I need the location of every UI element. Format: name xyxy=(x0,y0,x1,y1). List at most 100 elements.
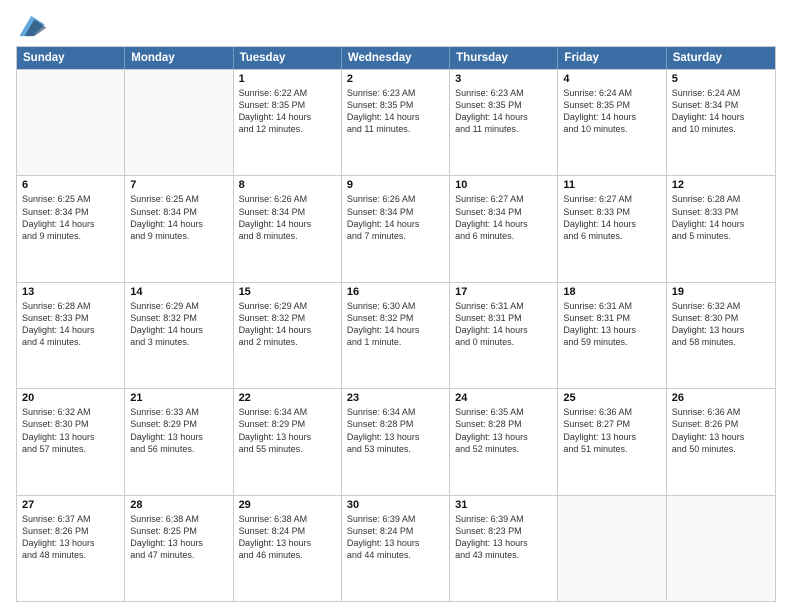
cell-info-line: Daylight: 14 hours xyxy=(239,324,336,336)
cell-info-line: and 4 minutes. xyxy=(22,336,119,348)
cell-info-line: and 10 minutes. xyxy=(672,123,770,135)
cal-cell: 27Sunrise: 6:37 AMSunset: 8:26 PMDayligh… xyxy=(17,496,125,601)
cal-cell: 7Sunrise: 6:25 AMSunset: 8:34 PMDaylight… xyxy=(125,176,233,281)
cell-info-line: Sunrise: 6:31 AM xyxy=(455,300,552,312)
cell-info-line: Daylight: 14 hours xyxy=(563,111,660,123)
cell-info-line: and 55 minutes. xyxy=(239,443,336,455)
cell-info-line: Sunrise: 6:23 AM xyxy=(455,87,552,99)
calendar-body: 1Sunrise: 6:22 AMSunset: 8:35 PMDaylight… xyxy=(17,69,775,601)
cell-info-line: Daylight: 14 hours xyxy=(239,111,336,123)
cal-header-cell-sunday: Sunday xyxy=(17,47,125,69)
cell-info-line: and 59 minutes. xyxy=(563,336,660,348)
cell-info-line: Daylight: 14 hours xyxy=(347,218,444,230)
day-number: 5 xyxy=(672,73,770,85)
calendar: SundayMondayTuesdayWednesdayThursdayFrid… xyxy=(16,46,776,602)
cal-cell: 9Sunrise: 6:26 AMSunset: 8:34 PMDaylight… xyxy=(342,176,450,281)
day-number: 9 xyxy=(347,179,444,191)
logo xyxy=(16,12,52,40)
day-number: 28 xyxy=(130,499,227,511)
cal-week-row: 6Sunrise: 6:25 AMSunset: 8:34 PMDaylight… xyxy=(17,175,775,281)
cell-info-line: Sunrise: 6:37 AM xyxy=(22,513,119,525)
day-number: 11 xyxy=(563,179,660,191)
day-number: 16 xyxy=(347,286,444,298)
cal-cell: 30Sunrise: 6:39 AMSunset: 8:24 PMDayligh… xyxy=(342,496,450,601)
cell-info-line: Sunrise: 6:32 AM xyxy=(672,300,770,312)
cell-info-line: Sunrise: 6:38 AM xyxy=(130,513,227,525)
cell-info-line: and 5 minutes. xyxy=(672,230,770,242)
cell-info-line: Sunrise: 6:28 AM xyxy=(672,193,770,205)
cell-info-line: and 52 minutes. xyxy=(455,443,552,455)
cell-info-line: and 10 minutes. xyxy=(563,123,660,135)
cal-cell: 16Sunrise: 6:30 AMSunset: 8:32 PMDayligh… xyxy=(342,283,450,388)
cell-info-line: Daylight: 13 hours xyxy=(130,537,227,549)
day-number: 26 xyxy=(672,392,770,404)
cell-info-line: Sunrise: 6:22 AM xyxy=(239,87,336,99)
day-number: 7 xyxy=(130,179,227,191)
cell-info-line: and 57 minutes. xyxy=(22,443,119,455)
cell-info-line: and 47 minutes. xyxy=(130,549,227,561)
cal-header-cell-friday: Friday xyxy=(558,47,666,69)
cell-info-line: Daylight: 13 hours xyxy=(455,537,552,549)
cell-info-line: and 9 minutes. xyxy=(22,230,119,242)
cell-info-line: Daylight: 13 hours xyxy=(239,537,336,549)
cell-info-line: Sunrise: 6:38 AM xyxy=(239,513,336,525)
day-number: 22 xyxy=(239,392,336,404)
cal-cell: 25Sunrise: 6:36 AMSunset: 8:27 PMDayligh… xyxy=(558,389,666,494)
cell-info-line: Sunset: 8:26 PM xyxy=(22,525,119,537)
cell-info-line: and 43 minutes. xyxy=(455,549,552,561)
cell-info-line: Daylight: 13 hours xyxy=(347,537,444,549)
header xyxy=(16,12,776,40)
cell-info-line: Sunrise: 6:34 AM xyxy=(347,406,444,418)
day-number: 17 xyxy=(455,286,552,298)
cell-info-line: Sunset: 8:30 PM xyxy=(672,312,770,324)
cell-info-line: Daylight: 14 hours xyxy=(22,324,119,336)
cal-cell: 13Sunrise: 6:28 AMSunset: 8:33 PMDayligh… xyxy=(17,283,125,388)
cell-info-line: Daylight: 14 hours xyxy=(455,111,552,123)
cal-cell: 8Sunrise: 6:26 AMSunset: 8:34 PMDaylight… xyxy=(234,176,342,281)
cell-info-line: Sunrise: 6:26 AM xyxy=(347,193,444,205)
cal-cell xyxy=(125,70,233,175)
cell-info-line: Sunset: 8:29 PM xyxy=(130,418,227,430)
cal-cell: 3 Sunrise: 6:23 AMSunset: 8:35 PMDaylight… xyxy=(450,70,558,175)
cell-info-line: Sunset: 8:33 PM xyxy=(22,312,119,324)
cal-week-row: 1Sunrise: 6:22 AMSunset: 8:35 PMDaylight… xyxy=(17,69,775,175)
cal-cell: 10Sunrise: 6:27 AMSunset: 8:34 PMDayligh… xyxy=(450,176,558,281)
cell-info-line: Daylight: 14 hours xyxy=(347,111,444,123)
cal-header-cell-monday: Monday xyxy=(125,47,233,69)
cell-info-line: Sunrise: 6:39 AM xyxy=(455,513,552,525)
cell-info-line: Sunset: 8:35 PM xyxy=(455,99,552,111)
cell-info-line: Sunset: 8:35 PM xyxy=(239,99,336,111)
cal-cell: 26Sunrise: 6:36 AMSunset: 8:26 PMDayligh… xyxy=(667,389,775,494)
cell-info-line: Sunrise: 6:29 AM xyxy=(130,300,227,312)
day-number: 25 xyxy=(563,392,660,404)
cell-info-line: Sunrise: 6:27 AM xyxy=(455,193,552,205)
cell-info-line: Daylight: 14 hours xyxy=(130,324,227,336)
cell-info-line: and 51 minutes. xyxy=(563,443,660,455)
cal-header-cell-thursday: Thursday xyxy=(450,47,558,69)
day-number: 29 xyxy=(239,499,336,511)
cell-info-line: Daylight: 14 hours xyxy=(455,324,552,336)
cell-info-line: Daylight: 13 hours xyxy=(672,324,770,336)
cell-info-line: Daylight: 14 hours xyxy=(22,218,119,230)
day-number: 4 xyxy=(563,73,660,85)
day-number: 3 xyxy=(455,73,552,85)
cal-cell: 15Sunrise: 6:29 AMSunset: 8:32 PMDayligh… xyxy=(234,283,342,388)
cell-info-line: Sunset: 8:28 PM xyxy=(347,418,444,430)
cal-week-row: 20Sunrise: 6:32 AMSunset: 8:30 PMDayligh… xyxy=(17,388,775,494)
cal-cell: 11Sunrise: 6:27 AMSunset: 8:33 PMDayligh… xyxy=(558,176,666,281)
cal-cell: 5Sunrise: 6:24 AMSunset: 8:34 PMDaylight… xyxy=(667,70,775,175)
cell-info-line: and 48 minutes. xyxy=(22,549,119,561)
cell-info-line: Sunset: 8:25 PM xyxy=(130,525,227,537)
cal-cell: 18Sunrise: 6:31 AMSunset: 8:31 PMDayligh… xyxy=(558,283,666,388)
cell-info-line: Sunrise: 6:34 AM xyxy=(239,406,336,418)
day-number: 27 xyxy=(22,499,119,511)
cell-info-line: Daylight: 14 hours xyxy=(130,218,227,230)
cell-info-line: and 53 minutes. xyxy=(347,443,444,455)
cell-info-line: Daylight: 14 hours xyxy=(672,218,770,230)
cal-cell xyxy=(667,496,775,601)
cell-info-line: and 1 minute. xyxy=(347,336,444,348)
cell-info-line: and 6 minutes. xyxy=(563,230,660,242)
cell-info-line: Sunrise: 6:33 AM xyxy=(130,406,227,418)
cell-info-line: Sunset: 8:27 PM xyxy=(563,418,660,430)
cell-info-line: Sunset: 8:28 PM xyxy=(455,418,552,430)
